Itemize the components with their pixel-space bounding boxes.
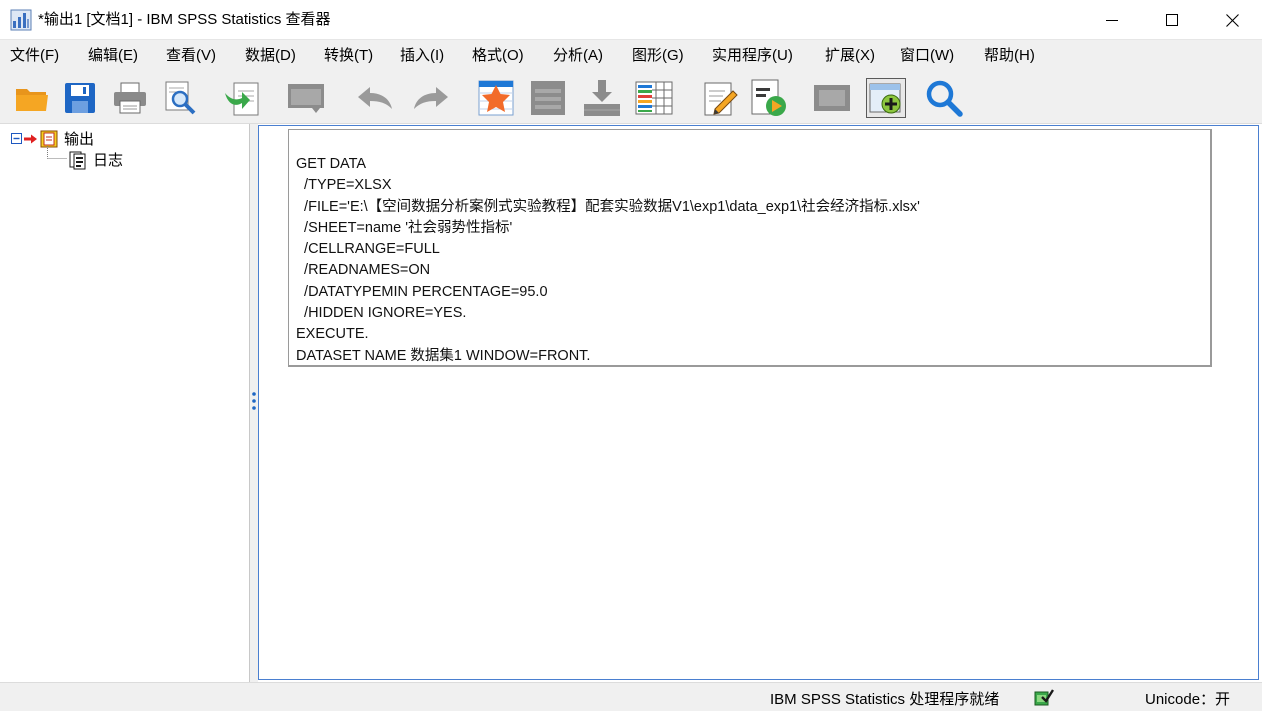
print-icon: [114, 82, 146, 114]
log-line: /TYPE=XLSX: [296, 177, 392, 194]
log-line: /DATATYPEMIN PERCENTAGE=95.0: [296, 283, 548, 300]
window-title: *输出1 [文档1] - IBM SPSS Statistics 查看器: [38, 11, 331, 28]
log-icon: [69, 151, 86, 169]
log-line: /READNAMES=ON: [296, 262, 431, 279]
menu-format[interactable]: 格式(O): [472, 46, 524, 66]
menu-extensions[interactable]: 扩展(X): [825, 46, 875, 66]
menu-edit[interactable]: 编辑(E): [88, 46, 138, 66]
processor-status: IBM SPSS Statistics 处理程序就绪: [770, 691, 1000, 708]
output-content[interactable]: GET DATA /TYPE=XLSX /FILE='E:\【空间数据分析案例式…: [258, 125, 1259, 680]
designate-window-button[interactable]: [700, 78, 740, 118]
goto-variable-icon: [584, 80, 620, 116]
splitter-grip-icon: [252, 392, 256, 410]
print-button[interactable]: [110, 78, 150, 118]
pane-splitter[interactable]: [250, 124, 258, 682]
title-bar: *输出1 [文档1] - IBM SPSS Statistics 查看器: [0, 0, 1262, 40]
goto-data-icon: [478, 80, 514, 116]
menu-help[interactable]: 帮助(H): [984, 46, 1035, 66]
variables-button[interactable]: [634, 78, 674, 118]
minimize-button[interactable]: [1082, 0, 1142, 40]
print-preview-button[interactable]: [160, 78, 200, 118]
menu-insert[interactable]: 插入(I): [400, 46, 444, 66]
redo-button[interactable]: [412, 78, 452, 118]
show-all-button[interactable]: [812, 78, 852, 118]
redo-icon: [414, 87, 448, 109]
tree-connector: [47, 146, 67, 159]
undo-button[interactable]: [354, 78, 394, 118]
tree-label-output: 输出: [64, 131, 95, 148]
tree-label-log: 日志: [93, 152, 124, 169]
menu-file[interactable]: 文件(F): [10, 46, 59, 66]
log-line: /CELLRANGE=FULL: [296, 241, 440, 258]
close-button[interactable]: [1202, 0, 1262, 40]
toolbar: [0, 72, 1262, 124]
goto-data-button[interactable]: [476, 78, 516, 118]
close-icon: [1225, 13, 1239, 27]
goto-variable-button[interactable]: [582, 78, 622, 118]
designate-window-icon: [704, 82, 738, 116]
export-icon: [225, 82, 259, 116]
open-folder-icon: [16, 89, 48, 111]
processor-ready-icon: [1034, 689, 1054, 706]
search-icon: [926, 80, 963, 117]
menu-window[interactable]: 窗口(W): [900, 46, 954, 66]
output-book-icon: [40, 130, 58, 147]
print-preview-icon: [165, 81, 196, 115]
maximize-icon: [1166, 14, 1178, 26]
save-button[interactable]: [60, 78, 100, 118]
status-bar: IBM SPSS Statistics 处理程序就绪 Unicode：开: [0, 682, 1262, 711]
insert-item-icon: [869, 83, 901, 114]
menu-graphs[interactable]: 图形(G): [632, 46, 684, 66]
recall-dialog-icon: [288, 84, 324, 113]
export-button[interactable]: [222, 78, 262, 118]
save-icon: [65, 83, 95, 113]
encoding-status: Unicode：开: [1145, 691, 1231, 708]
goto-case-button[interactable]: [528, 78, 568, 118]
tree-node-log[interactable]: 日志: [68, 149, 123, 170]
collapse-toggle-icon[interactable]: [11, 132, 23, 145]
recall-dialog-button[interactable]: [286, 78, 326, 118]
run-script-button[interactable]: [748, 78, 788, 118]
goto-case-icon: [531, 81, 565, 115]
red-arrow-icon: [24, 134, 37, 143]
log-line: EXECUTE.: [296, 326, 369, 343]
menu-bar: 文件(F) 编辑(E) 查看(V) 数据(D) 转换(T) 插入(I) 格式(O…: [0, 40, 1262, 72]
menu-analyze[interactable]: 分析(A): [553, 46, 603, 66]
run-script-icon: [751, 79, 786, 116]
log-line: /HIDDEN IGNORE=YES.: [296, 305, 467, 322]
menu-data[interactable]: 数据(D): [245, 46, 296, 66]
log-line: DATASET NAME 数据集1 WINDOW=FRONT.: [296, 347, 591, 364]
search-button[interactable]: [924, 78, 964, 118]
menu-utilities[interactable]: 实用程序(U): [712, 46, 793, 66]
variables-icon: [635, 81, 673, 115]
spss-app-icon[interactable]: [10, 9, 32, 31]
undo-icon: [358, 87, 392, 109]
show-all-icon: [814, 85, 850, 111]
menu-view[interactable]: 查看(V): [166, 46, 216, 66]
log-block[interactable]: GET DATA /TYPE=XLSX /FILE='E:\【空间数据分析案例式…: [288, 129, 1212, 367]
menu-transform[interactable]: 转换(T): [324, 46, 373, 66]
maximize-button[interactable]: [1142, 0, 1202, 40]
log-line: GET DATA: [296, 156, 367, 172]
outline-tree: 输出 日志: [0, 124, 250, 682]
log-line: /FILE='E:\【空间数据分析案例式实验教程】配套实验数据V1\exp1\d…: [296, 198, 920, 215]
open-button[interactable]: [12, 78, 52, 118]
minimize-icon: [1106, 20, 1118, 21]
log-line: /SHEET=name '社会弱势性指标': [296, 219, 513, 236]
insert-item-button[interactable]: [866, 78, 906, 118]
